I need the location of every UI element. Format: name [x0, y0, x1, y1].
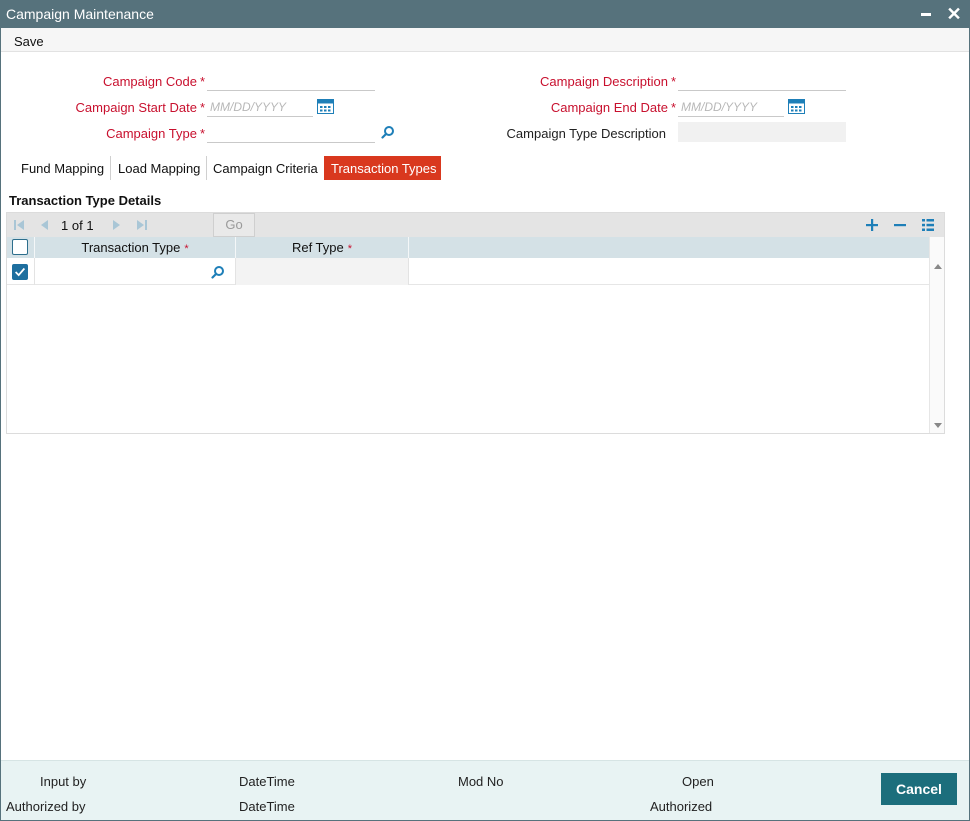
campaign-start-date-input[interactable]	[207, 97, 313, 117]
tab-campaign-criteria[interactable]: Campaign Criteria	[206, 156, 324, 180]
select-all-checkbox[interactable]	[12, 239, 28, 255]
tab-fund-mapping[interactable]: Fund Mapping	[14, 156, 111, 180]
campaign-type-description-field	[678, 122, 846, 142]
campaign-type-input[interactable]	[207, 123, 375, 143]
previous-page-icon[interactable]	[38, 219, 50, 231]
transaction-type-grid: 1 of 1 Go Transaction Type * Ref Type *	[6, 212, 945, 434]
transaction-type-cell	[35, 258, 236, 285]
transaction-type-input[interactable]	[37, 261, 205, 281]
campaign-code-label: Campaign Code *	[102, 74, 205, 89]
row-select-cell	[7, 258, 35, 285]
mod-no-label: Mod No	[458, 774, 504, 789]
last-page-icon[interactable]	[136, 219, 148, 231]
grid-toolbar: 1 of 1 Go	[7, 213, 944, 237]
tab-transaction-types[interactable]: Transaction Types	[324, 156, 441, 180]
search-icon[interactable]	[381, 125, 395, 139]
page-indicator: 1 of 1	[61, 218, 94, 233]
add-row-icon[interactable]	[865, 218, 879, 232]
window-title: Campaign Maintenance	[6, 6, 154, 22]
calendar-icon[interactable]	[788, 99, 805, 114]
go-button[interactable]: Go	[213, 213, 255, 237]
table-row	[7, 258, 929, 285]
first-page-icon[interactable]	[13, 219, 25, 231]
campaign-end-date-label: Campaign End Date *	[550, 100, 676, 115]
campaign-description-input[interactable]	[678, 71, 846, 91]
menu-bar: Save	[1, 28, 969, 52]
delete-row-icon[interactable]	[893, 218, 907, 232]
select-all-cell	[7, 237, 35, 258]
save-button[interactable]: Save	[14, 34, 44, 49]
ref-type-cell	[236, 258, 409, 285]
record-status-label: Open	[682, 774, 714, 789]
close-button[interactable]: ✕	[944, 4, 964, 24]
calendar-icon[interactable]	[317, 99, 334, 114]
input-datetime-label: DateTime	[239, 774, 295, 789]
close-icon: ✕	[946, 4, 962, 24]
audit-footer	[1, 760, 969, 820]
grid-scrollbar[interactable]	[929, 237, 944, 433]
next-page-icon[interactable]	[111, 219, 123, 231]
column-header-transaction-type[interactable]: Transaction Type *	[35, 237, 236, 258]
minimize-button[interactable]	[916, 4, 936, 24]
campaign-type-description-label: Campaign Type Description	[506, 126, 666, 141]
input-by-label: Input by	[40, 774, 87, 789]
column-settings-icon[interactable]	[921, 218, 935, 232]
tab-load-mapping[interactable]: Load Mapping	[111, 156, 207, 180]
campaign-code-input[interactable]	[207, 71, 375, 91]
minimize-icon	[921, 13, 931, 16]
scroll-down-icon[interactable]	[934, 423, 942, 428]
campaign-end-date-input[interactable]	[678, 97, 784, 117]
campaign-start-date-label: Campaign Start Date *	[75, 100, 205, 115]
search-icon[interactable]	[211, 265, 225, 279]
authorized-datetime-label: DateTime	[239, 799, 295, 814]
scroll-up-icon[interactable]	[934, 264, 942, 269]
cancel-button[interactable]: Cancel	[881, 773, 957, 805]
section-title: Transaction Type Details	[9, 193, 162, 208]
checkmark-icon	[15, 267, 26, 277]
row-checkbox[interactable]	[12, 264, 28, 280]
column-header-ref-type[interactable]: Ref Type *	[236, 237, 409, 258]
authorization-status-label: Authorized	[650, 799, 713, 814]
campaign-type-label: Campaign Type *	[106, 126, 205, 141]
campaign-description-label: Campaign Description *	[540, 74, 676, 89]
grid-header: Transaction Type * Ref Type *	[7, 237, 929, 258]
authorized-by-label: Authorized by	[6, 799, 86, 814]
title-bar: Campaign Maintenance ✕	[0, 0, 970, 28]
